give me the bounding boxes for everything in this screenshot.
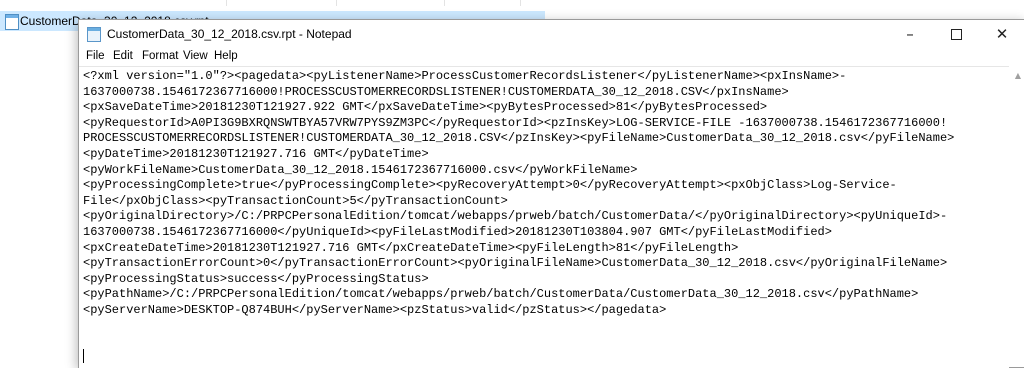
minimize-button[interactable]: – [887,20,933,48]
text-editor[interactable]: <?xml version="1.0"?><pagedata><pyListen… [79,66,1009,368]
text-line: 1637000738.1546172367716000!PROCESSCUSTO… [83,84,789,99]
text-line: File</pxObjClass><pyTransactionCount>5</… [83,193,508,208]
menu-file[interactable]: File [86,50,105,62]
menu-view[interactable]: View [183,50,208,62]
text-line: 1637000738.1546172367716000</pyUniqueId>… [83,224,832,239]
explorer-column-header [0,0,1024,6]
text-line: <pyDateTime>20181230T121927.716 GMT</pyD… [83,146,429,161]
menu-bar: File Edit Format View Help [79,48,1024,66]
text-line: <pyProcessingStatus>success</pyProcessin… [83,271,429,286]
document-text[interactable]: <?xml version="1.0"?><pagedata><pyListen… [83,69,954,319]
text-line: <pyProcessingComplete>true</pyProcessing… [83,178,897,193]
scroll-up-arrow-icon[interactable]: ▲ [1015,71,1021,80]
text-line: <?xml version="1.0"?><pagedata><pyListen… [83,69,847,83]
notepad-window[interactable]: CustomerData_30_12_2018.csv.rpt - Notepa… [78,19,1024,368]
text-caret [83,349,84,363]
close-button[interactable]: ✕ [979,20,1024,48]
menu-format[interactable]: Format [142,50,178,62]
text-line: <pyTransactionErrorCount>0</pyTransactio… [83,256,948,271]
file-icon [5,14,19,30]
column-separator[interactable] [444,0,445,6]
column-separator[interactable] [226,0,227,6]
text-line: PROCESSCUSTOMERRECORDSLISTENER!CUSTOMERD… [83,131,955,146]
text-line: <pyServerName>DESKTOP-Q874BUH</pyServerN… [83,302,667,317]
text-line: <pxCreateDateTime>20181230T121927.716 GM… [83,240,739,255]
menu-edit[interactable]: Edit [113,50,133,62]
text-line: <pyOriginalDirectory>/C:/PRPCPersonalEdi… [83,209,948,224]
title-bar[interactable]: CustomerData_30_12_2018.csv.rpt - Notepa… [79,20,1024,48]
column-separator[interactable] [336,0,337,6]
text-line: <pyRequestorId>A0PI3G9BXRQNSWTBYA57VRW7P… [83,115,948,130]
text-line: <pyWorkFileName>CustomerData_30_12_2018.… [83,162,638,177]
notepad-icon [87,27,101,42]
column-separator[interactable] [520,0,521,6]
vertical-scrollbar[interactable]: ▲ [1009,66,1024,367]
maximize-button[interactable] [933,20,979,48]
text-line: <pxSaveDateTime>20181230T121927.922 GMT<… [83,100,768,115]
menu-help[interactable]: Help [214,50,238,62]
text-line: <pyPathName>/C:/PRPCPersonalEdition/tomc… [83,287,919,302]
maximize-icon [950,29,962,40]
window-title: CustomerData_30_12_2018.csv.rpt - Notepa… [107,27,352,41]
